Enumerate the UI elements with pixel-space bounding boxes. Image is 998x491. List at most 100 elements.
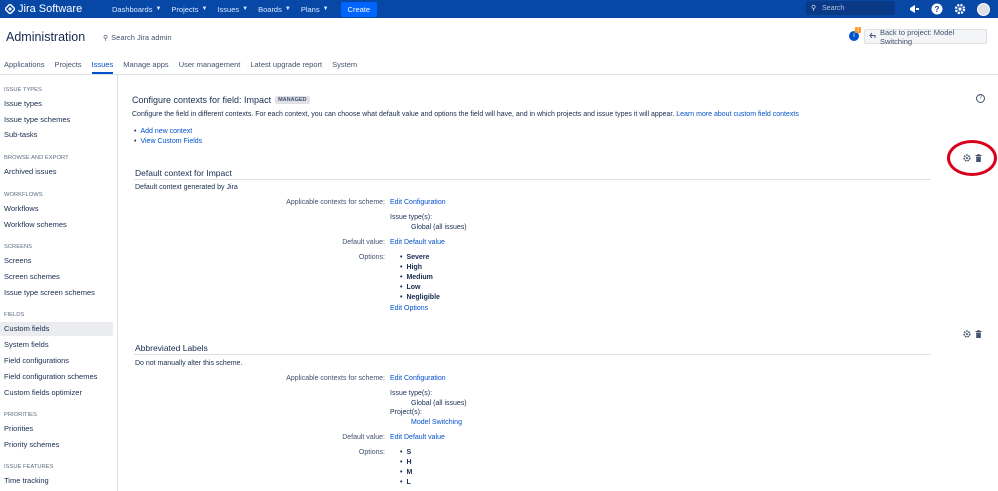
nav-dashboards[interactable]: Dashboards ▼ xyxy=(112,5,161,14)
context-title: Abbreviated Labels xyxy=(135,343,208,353)
sidebar-item-issue-type-screen-schemes[interactable]: Issue type screen schemes xyxy=(0,286,113,300)
default-value-label: Default value: xyxy=(342,239,385,246)
project-link[interactable]: Model Switching xyxy=(411,419,462,426)
sidebar-section-issue-types: ISSUE TYPES xyxy=(4,87,42,93)
context-links: Add new context View Custom Fields xyxy=(134,126,202,146)
context-divider xyxy=(134,179,931,180)
add-new-context-link[interactable]: Add new context xyxy=(134,126,202,136)
nav-projects[interactable]: Projects ▼ xyxy=(171,5,207,14)
gear-icon[interactable] xyxy=(953,2,967,16)
edit-options-link[interactable]: Edit Options xyxy=(390,305,428,312)
edit-default-value-link[interactable]: Edit Default value xyxy=(390,434,445,441)
description: Configure the field in different context… xyxy=(132,111,799,118)
edit-default-value-link[interactable]: Edit Default value xyxy=(390,239,445,246)
avatar[interactable] xyxy=(976,2,990,16)
projects-label: Project(s): xyxy=(390,409,422,416)
tab-latest-upgrade-report[interactable]: Latest upgrade report xyxy=(250,60,322,74)
page-title: Administration xyxy=(6,30,86,44)
issue-types-value: Global (all issues) xyxy=(411,400,467,407)
option-item: S xyxy=(400,449,411,456)
tab-projects[interactable]: Projects xyxy=(54,60,81,74)
issue-types-label: Issue type(s): xyxy=(390,214,433,221)
sidebar-section-issue-features: ISSUE FEATURES xyxy=(4,464,54,470)
sidebar-section-fields: FIELDS xyxy=(4,312,25,318)
brand-name: Jira Software xyxy=(18,3,83,15)
tab-system[interactable]: System xyxy=(332,60,357,74)
context-title: Default context for Impact xyxy=(135,168,232,178)
annotation-circle xyxy=(947,140,997,176)
jira-logo[interactable]: Jira Software xyxy=(5,3,100,15)
managed-badge: MANAGED xyxy=(275,96,310,104)
sidebar-section-workflows: WORKFLOWS xyxy=(4,192,43,198)
sidebar-section-screens: SCREENS xyxy=(4,244,33,250)
sidebar: ISSUE TYPES Issue types Issue type schem… xyxy=(0,75,118,491)
applicable-contexts-label: Applicable contexts for scheme: xyxy=(286,199,385,206)
option-item: Low xyxy=(400,284,420,291)
back-to-project-button[interactable]: Back to project: Model Switching xyxy=(864,28,987,46)
sidebar-item-priority-schemes[interactable]: Priority schemes xyxy=(0,438,113,452)
help-icon[interactable]: ? xyxy=(930,2,944,16)
sidebar-item-field-configurations[interactable]: Field configurations xyxy=(0,354,113,368)
tab-user-management[interactable]: User management xyxy=(179,60,241,74)
back-arrow-icon xyxy=(869,32,876,41)
sidebar-section-priorities: PRIORITIES xyxy=(4,412,37,418)
learn-more-link[interactable]: Learn more about custom field contexts xyxy=(676,111,799,118)
megaphone-icon[interactable] xyxy=(907,2,921,16)
chevron-down-icon: ▼ xyxy=(284,6,291,12)
options-label: Options: xyxy=(358,449,385,456)
sidebar-item-field-configuration-schemes[interactable]: Field configuration schemes xyxy=(0,370,113,384)
top-navigation: Jira Software Dashboards ▼ Projects ▼ Issu… xyxy=(0,0,998,18)
notification-count: 1 xyxy=(855,27,861,33)
page-heading: Configure contexts for field: Impact MAN… xyxy=(132,95,310,105)
sidebar-item-sub-tasks[interactable]: Sub-tasks xyxy=(0,128,113,142)
trash-icon[interactable] xyxy=(974,329,982,338)
nav-boards[interactable]: Boards ▼ xyxy=(258,5,291,14)
sidebar-item-custom-fields[interactable]: Custom fields xyxy=(0,322,113,336)
sidebar-item-screen-schemes[interactable]: Screen schemes xyxy=(0,270,113,284)
nav-issues[interactable]: Issues ▼ xyxy=(217,5,248,14)
option-item: Negligible xyxy=(400,294,439,301)
tab-applications[interactable]: Applications xyxy=(4,60,44,74)
help-icon[interactable]: ? xyxy=(976,94,985,103)
admin-search[interactable]: ⚲ Search Jira admin xyxy=(103,33,172,42)
sidebar-item-issue-type-schemes[interactable]: Issue type schemes xyxy=(0,113,113,127)
context-actions xyxy=(960,329,982,338)
issue-types-label: Issue type(s): xyxy=(390,390,433,397)
create-button[interactable]: Create xyxy=(340,1,378,17)
applicable-contexts-label: Applicable contexts for scheme: xyxy=(286,375,385,382)
main-content: Configure contexts for field: Impact MAN… xyxy=(130,75,990,491)
sidebar-item-screens[interactable]: Screens xyxy=(0,254,113,268)
chevron-down-icon: ▼ xyxy=(242,6,249,12)
edit-configuration-link[interactable]: Edit Configuration xyxy=(390,375,446,382)
sidebar-item-system-fields[interactable]: System fields xyxy=(0,338,113,352)
option-item: H xyxy=(400,459,411,466)
issue-types-value: Global (all issues) xyxy=(411,224,467,231)
option-item: Medium xyxy=(400,274,432,281)
edit-configuration-link[interactable]: Edit Configuration xyxy=(390,199,446,206)
context-description: Default context generated by Jira xyxy=(135,184,238,191)
sidebar-item-time-tracking[interactable]: Time tracking xyxy=(0,474,113,488)
sidebar-item-workflow-schemes[interactable]: Workflow schemes xyxy=(0,218,113,232)
tab-issues[interactable]: Issues xyxy=(91,60,114,74)
chevron-down-icon: ▼ xyxy=(322,6,329,12)
tab-manage-apps[interactable]: Manage apps xyxy=(123,60,168,74)
sidebar-item-custom-fields-optimizer[interactable]: Custom fields optimizer xyxy=(0,386,113,400)
admin-tabs: Applications Projects Issues Manage apps… xyxy=(4,60,367,74)
context-divider xyxy=(134,354,931,355)
sidebar-item-workflows[interactable]: Workflows xyxy=(0,202,113,216)
sidebar-section-browse-export: BROWSE AND EXPORT xyxy=(4,155,69,161)
sidebar-item-archived-issues[interactable]: Archived issues xyxy=(0,165,113,179)
nav-plans[interactable]: Plans ▼ xyxy=(301,5,329,14)
view-custom-fields-link[interactable]: View Custom Fields xyxy=(134,136,202,146)
search-input[interactable]: ⚲ Search xyxy=(806,1,895,15)
chevron-down-icon: ▼ xyxy=(201,6,208,12)
options-label: Options: xyxy=(358,254,385,261)
sidebar-item-priorities[interactable]: Priorities xyxy=(0,422,113,436)
gear-icon[interactable] xyxy=(963,329,971,338)
search-icon: ⚲ xyxy=(811,5,817,12)
default-value-label: Default value: xyxy=(342,434,385,441)
sidebar-item-issue-types[interactable]: Issue types xyxy=(0,97,113,111)
option-item: L xyxy=(400,479,410,486)
option-item: High xyxy=(400,264,422,271)
search-icon: ⚲ xyxy=(103,34,109,42)
